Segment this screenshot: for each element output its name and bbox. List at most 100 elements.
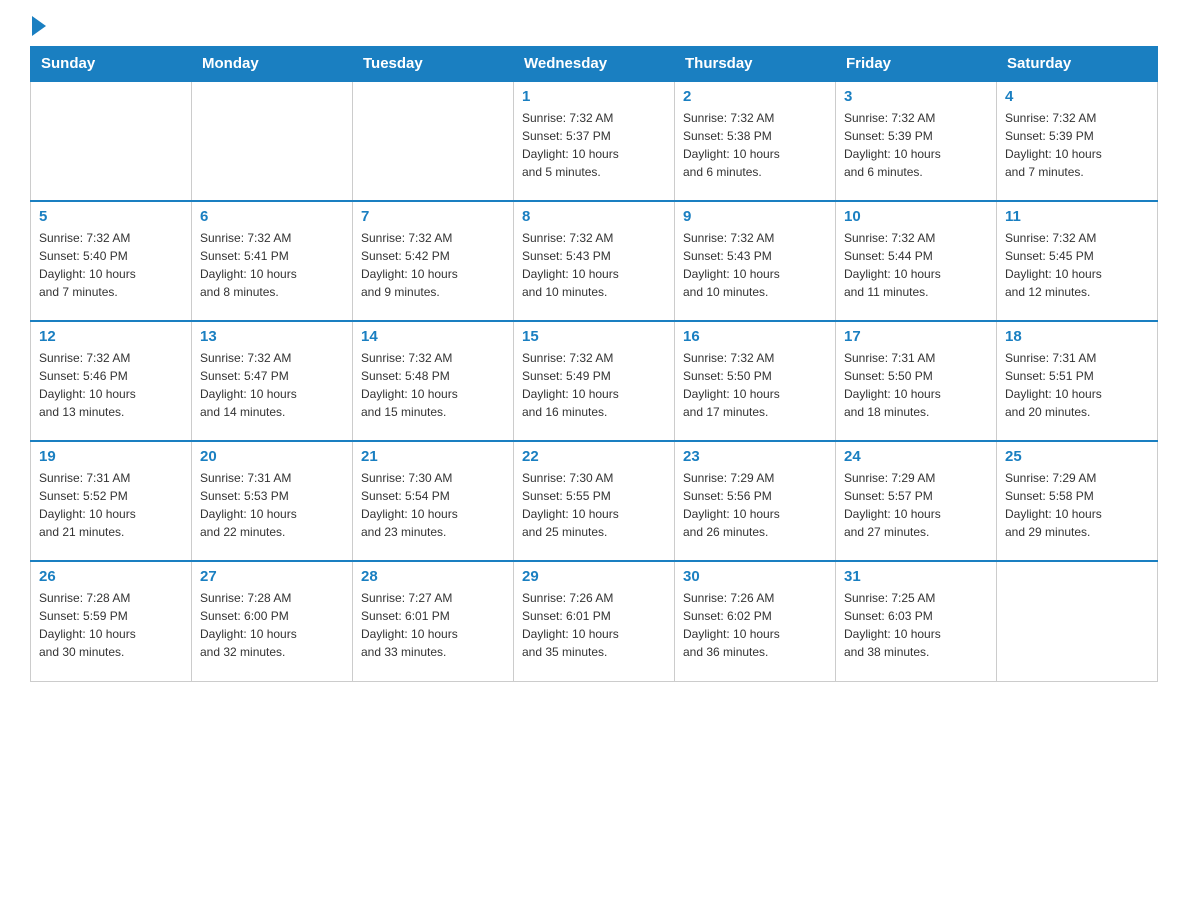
calendar-cell: 5Sunrise: 7:32 AM Sunset: 5:40 PM Daylig… bbox=[31, 201, 192, 321]
calendar-cell: 14 Sunrise: 7:32 AM Sunset: 5:48 PM Dayli… bbox=[353, 321, 514, 441]
calendar-cell: 30 Sunrise: 7:26 AM Sunset: 6:02 PM Dayli… bbox=[675, 561, 836, 681]
calendar-cell: 11Sunrise: 7:32 AM Sunset: 5:45 PM Dayli… bbox=[997, 201, 1158, 321]
calendar-cell: 26 Sunrise: 7:28 AM Sunset: 5:59 PM Dayli… bbox=[31, 561, 192, 681]
day-number: 13 bbox=[200, 328, 344, 345]
day-number: 26 bbox=[39, 568, 183, 585]
day-info: Sunrise: 7:27 AM Sunset: 6:01 PM Dayligh… bbox=[361, 589, 505, 661]
day-number: 10 bbox=[844, 208, 988, 225]
day-info: Sunrise: 7:32 AM Sunset: 5:43 PM Dayligh… bbox=[683, 229, 827, 301]
calendar-cell: 9 Sunrise: 7:32 AM Sunset: 5:43 PM Daylig… bbox=[675, 201, 836, 321]
calendar-cell: 23 Sunrise: 7:29 AM Sunset: 5:56 PM Dayli… bbox=[675, 441, 836, 561]
day-info: Sunrise: 7:32 AM Sunset: 5:48 PM Dayligh… bbox=[361, 349, 505, 421]
day-number: 6 bbox=[200, 208, 344, 225]
day-number: 8 bbox=[522, 208, 666, 225]
day-info: Sunrise: 7:25 AM Sunset: 6:03 PM Dayligh… bbox=[844, 589, 988, 661]
day-number: 18 bbox=[1005, 328, 1149, 345]
day-number: 4 bbox=[1005, 88, 1149, 105]
calendar-cell: 8Sunrise: 7:32 AM Sunset: 5:43 PM Daylig… bbox=[514, 201, 675, 321]
day-number: 2 bbox=[683, 88, 827, 105]
calendar-cell: 12Sunrise: 7:32 AM Sunset: 5:46 PM Dayli… bbox=[31, 321, 192, 441]
day-info: Sunrise: 7:30 AM Sunset: 5:54 PM Dayligh… bbox=[361, 469, 505, 541]
day-info: Sunrise: 7:31 AM Sunset: 5:50 PM Dayligh… bbox=[844, 349, 988, 421]
day-number: 30 bbox=[683, 568, 827, 585]
day-number: 16 bbox=[683, 328, 827, 345]
calendar-cell: 6 Sunrise: 7:32 AM Sunset: 5:41 PM Daylig… bbox=[192, 201, 353, 321]
calendar-cell: 29Sunrise: 7:26 AM Sunset: 6:01 PM Dayli… bbox=[514, 561, 675, 681]
logo-arrow-icon bbox=[32, 16, 46, 36]
week-row-5: 26 Sunrise: 7:28 AM Sunset: 5:59 PM Dayli… bbox=[31, 561, 1158, 681]
day-number: 24 bbox=[844, 448, 988, 465]
weekday-header-friday: Friday bbox=[836, 47, 997, 82]
weekday-header-wednesday: Wednesday bbox=[514, 47, 675, 82]
calendar-cell: 3 Sunrise: 7:32 AM Sunset: 5:39 PM Daylig… bbox=[836, 81, 997, 201]
day-number: 31 bbox=[844, 568, 988, 585]
calendar-cell: 22 Sunrise: 7:30 AM Sunset: 5:55 PM Dayli… bbox=[514, 441, 675, 561]
weekday-header-tuesday: Tuesday bbox=[353, 47, 514, 82]
calendar-cell: 28 Sunrise: 7:27 AM Sunset: 6:01 PM Dayli… bbox=[353, 561, 514, 681]
week-row-2: 5Sunrise: 7:32 AM Sunset: 5:40 PM Daylig… bbox=[31, 201, 1158, 321]
calendar-cell bbox=[192, 81, 353, 201]
day-number: 1 bbox=[522, 88, 666, 105]
day-info: Sunrise: 7:32 AM Sunset: 5:50 PM Dayligh… bbox=[683, 349, 827, 421]
day-info: Sunrise: 7:32 AM Sunset: 5:47 PM Dayligh… bbox=[200, 349, 344, 421]
day-info: Sunrise: 7:29 AM Sunset: 5:58 PM Dayligh… bbox=[1005, 469, 1149, 541]
calendar-cell: 4Sunrise: 7:32 AM Sunset: 5:39 PM Daylig… bbox=[997, 81, 1158, 201]
day-info: Sunrise: 7:29 AM Sunset: 5:57 PM Dayligh… bbox=[844, 469, 988, 541]
week-row-4: 19 Sunrise: 7:31 AM Sunset: 5:52 PM Dayli… bbox=[31, 441, 1158, 561]
calendar-cell: 16 Sunrise: 7:32 AM Sunset: 5:50 PM Dayli… bbox=[675, 321, 836, 441]
day-info: Sunrise: 7:31 AM Sunset: 5:52 PM Dayligh… bbox=[39, 469, 183, 541]
day-info: Sunrise: 7:32 AM Sunset: 5:42 PM Dayligh… bbox=[361, 229, 505, 301]
day-number: 15 bbox=[522, 328, 666, 345]
day-info: Sunrise: 7:32 AM Sunset: 5:44 PM Dayligh… bbox=[844, 229, 988, 301]
calendar-cell bbox=[353, 81, 514, 201]
calendar-cell: 2Sunrise: 7:32 AM Sunset: 5:38 PM Daylig… bbox=[675, 81, 836, 201]
day-number: 3 bbox=[844, 88, 988, 105]
day-info: Sunrise: 7:28 AM Sunset: 5:59 PM Dayligh… bbox=[39, 589, 183, 661]
day-number: 17 bbox=[844, 328, 988, 345]
day-info: Sunrise: 7:31 AM Sunset: 5:51 PM Dayligh… bbox=[1005, 349, 1149, 421]
page-header bbox=[30, 20, 1158, 36]
calendar-cell: 20Sunrise: 7:31 AM Sunset: 5:53 PM Dayli… bbox=[192, 441, 353, 561]
weekday-header-row: SundayMondayTuesdayWednesdayThursdayFrid… bbox=[31, 47, 1158, 82]
day-info: Sunrise: 7:32 AM Sunset: 5:37 PM Dayligh… bbox=[522, 109, 666, 181]
day-info: Sunrise: 7:32 AM Sunset: 5:49 PM Dayligh… bbox=[522, 349, 666, 421]
day-info: Sunrise: 7:26 AM Sunset: 6:01 PM Dayligh… bbox=[522, 589, 666, 661]
logo bbox=[30, 20, 46, 36]
day-info: Sunrise: 7:30 AM Sunset: 5:55 PM Dayligh… bbox=[522, 469, 666, 541]
day-number: 28 bbox=[361, 568, 505, 585]
calendar-cell: 19 Sunrise: 7:31 AM Sunset: 5:52 PM Dayli… bbox=[31, 441, 192, 561]
calendar-cell: 31 Sunrise: 7:25 AM Sunset: 6:03 PM Dayli… bbox=[836, 561, 997, 681]
calendar-cell: 27 Sunrise: 7:28 AM Sunset: 6:00 PM Dayli… bbox=[192, 561, 353, 681]
day-info: Sunrise: 7:32 AM Sunset: 5:41 PM Dayligh… bbox=[200, 229, 344, 301]
weekday-header-sunday: Sunday bbox=[31, 47, 192, 82]
day-number: 27 bbox=[200, 568, 344, 585]
day-number: 19 bbox=[39, 448, 183, 465]
calendar-cell: 25Sunrise: 7:29 AM Sunset: 5:58 PM Dayli… bbox=[997, 441, 1158, 561]
day-info: Sunrise: 7:28 AM Sunset: 6:00 PM Dayligh… bbox=[200, 589, 344, 661]
calendar-cell: 13 Sunrise: 7:32 AM Sunset: 5:47 PM Dayli… bbox=[192, 321, 353, 441]
calendar-cell: 1 Sunrise: 7:32 AM Sunset: 5:37 PM Daylig… bbox=[514, 81, 675, 201]
day-info: Sunrise: 7:32 AM Sunset: 5:39 PM Dayligh… bbox=[844, 109, 988, 181]
day-number: 7 bbox=[361, 208, 505, 225]
calendar-cell: 17 Sunrise: 7:31 AM Sunset: 5:50 PM Dayli… bbox=[836, 321, 997, 441]
week-row-1: 1 Sunrise: 7:32 AM Sunset: 5:37 PM Daylig… bbox=[31, 81, 1158, 201]
weekday-header-monday: Monday bbox=[192, 47, 353, 82]
calendar-cell: 7 Sunrise: 7:32 AM Sunset: 5:42 PM Daylig… bbox=[353, 201, 514, 321]
day-number: 23 bbox=[683, 448, 827, 465]
calendar-cell: 15 Sunrise: 7:32 AM Sunset: 5:49 PM Dayli… bbox=[514, 321, 675, 441]
day-info: Sunrise: 7:29 AM Sunset: 5:56 PM Dayligh… bbox=[683, 469, 827, 541]
day-number: 20 bbox=[200, 448, 344, 465]
day-number: 11 bbox=[1005, 208, 1149, 225]
day-number: 21 bbox=[361, 448, 505, 465]
day-number: 22 bbox=[522, 448, 666, 465]
calendar-cell bbox=[31, 81, 192, 201]
calendar-cell: 18 Sunrise: 7:31 AM Sunset: 5:51 PM Dayli… bbox=[997, 321, 1158, 441]
calendar-cell bbox=[997, 561, 1158, 681]
weekday-header-saturday: Saturday bbox=[997, 47, 1158, 82]
day-number: 9 bbox=[683, 208, 827, 225]
calendar-cell: 21 Sunrise: 7:30 AM Sunset: 5:54 PM Dayli… bbox=[353, 441, 514, 561]
week-row-3: 12Sunrise: 7:32 AM Sunset: 5:46 PM Dayli… bbox=[31, 321, 1158, 441]
day-info: Sunrise: 7:26 AM Sunset: 6:02 PM Dayligh… bbox=[683, 589, 827, 661]
day-number: 14 bbox=[361, 328, 505, 345]
weekday-header-thursday: Thursday bbox=[675, 47, 836, 82]
